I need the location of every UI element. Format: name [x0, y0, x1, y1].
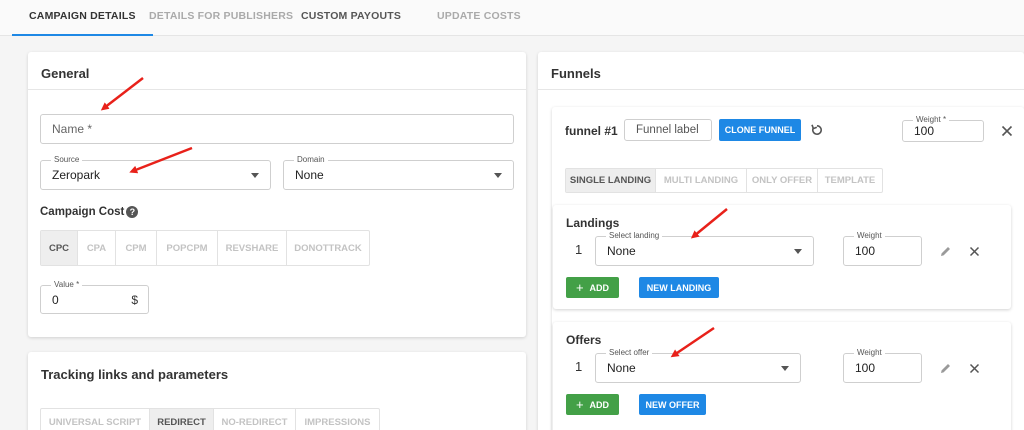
- cost-value: 0: [52, 292, 59, 307]
- tab-custom-payouts[interactable]: CUSTOM PAYOUTS: [301, 0, 401, 36]
- cost-type-popcpm[interactable]: POPCPM: [157, 231, 218, 265]
- cost-type-cpa[interactable]: CPA: [78, 231, 116, 265]
- chevron-down-icon: [781, 366, 789, 371]
- tracking-mode-group: UNIVERSAL SCRIPT REDIRECT NO-REDIRECT IM…: [40, 408, 380, 430]
- tracking-mode-no-redirect[interactable]: NO-REDIRECT: [214, 409, 296, 430]
- select-landing[interactable]: Select landing None: [595, 231, 814, 266]
- landing-row-number: 1: [575, 242, 583, 257]
- new-landing-button[interactable]: NEW LANDING: [639, 277, 719, 298]
- funnel-mode-multi-landing[interactable]: MULTI LANDING: [656, 169, 747, 192]
- general-card-header: General: [28, 52, 526, 90]
- source-value: Zeropark: [52, 168, 101, 182]
- landing-weight-label: Weight: [854, 231, 885, 241]
- name-placeholder: Name *: [52, 122, 93, 136]
- funnel-label-placeholder: Funnel label: [636, 124, 699, 136]
- funnel-mode-single-landing[interactable]: SINGLE LANDING: [566, 169, 656, 192]
- general-card: General Name * Source Zeropark Domain No…: [28, 52, 526, 337]
- funnel-mode-group: SINGLE LANDING MULTI LANDING ONLY OFFER …: [565, 168, 883, 193]
- name-input[interactable]: Name *: [40, 114, 514, 144]
- chevron-down-icon: [794, 249, 802, 254]
- cost-type-donottrack[interactable]: DONOTTRACK: [287, 231, 369, 265]
- funnel-panel: funnel #1 Funnel label CLONE FUNNEL Weig…: [552, 107, 1024, 430]
- source-select[interactable]: Source Zeropark: [40, 155, 271, 190]
- landing-weight-value: 100: [855, 244, 876, 258]
- close-icon[interactable]: [966, 360, 982, 376]
- tracking-card: Tracking links and parameters UNIVERSAL …: [28, 352, 526, 430]
- help-icon[interactable]: ?: [126, 206, 139, 218]
- funnel-weight-value: 100: [914, 124, 935, 138]
- chevron-down-icon: [251, 173, 259, 178]
- funnel-name: funnel #1: [565, 124, 618, 138]
- add-landing-button[interactable]: + ADD: [566, 277, 619, 298]
- domain-label: Domain: [294, 155, 328, 165]
- landings-panel: Landings 1 Select landing None Weight 10…: [553, 205, 1011, 309]
- select-offer-label: Select offer: [606, 348, 653, 358]
- cost-type-cpm[interactable]: CPM: [116, 231, 157, 265]
- funnel-mode-only-offer[interactable]: ONLY OFFER: [747, 169, 818, 192]
- edit-icon[interactable]: [937, 243, 953, 259]
- offers-panel: Offers 1 Select offer None Weight 100 + A…: [553, 322, 1011, 430]
- refresh-icon[interactable]: [808, 121, 826, 139]
- funnels-title: Funnels: [551, 66, 601, 81]
- tab-details-for-publishers[interactable]: DETAILS FOR PUBLISHERS: [149, 0, 293, 36]
- offer-row-number: 1: [575, 359, 583, 374]
- funnels-card: Funnels funnel #1 Funnel label CLONE FUN…: [538, 52, 1024, 430]
- funnel-mode-template[interactable]: TEMPLATE: [818, 169, 882, 192]
- offers-title: Offers: [566, 333, 602, 347]
- plus-icon: +: [575, 397, 584, 412]
- offer-weight-input[interactable]: Weight 100: [843, 348, 922, 383]
- close-icon[interactable]: [999, 123, 1015, 139]
- cost-value-label: Value *: [51, 280, 83, 290]
- select-offer-value: None: [607, 361, 636, 375]
- add-offer-label: ADD: [589, 399, 610, 410]
- funnels-card-header: Funnels: [538, 52, 1024, 90]
- clone-funnel-button[interactable]: CLONE FUNNEL: [719, 119, 801, 141]
- tracking-mode-universal-script[interactable]: UNIVERSAL SCRIPT: [41, 409, 150, 430]
- tab-campaign-details[interactable]: CAMPAIGN DETAILS: [12, 0, 153, 36]
- close-icon[interactable]: [966, 243, 982, 259]
- tracking-mode-impressions[interactable]: IMPRESSIONS: [296, 409, 379, 430]
- tracking-title: Tracking links and parameters: [41, 367, 229, 382]
- landing-weight-input[interactable]: Weight 100: [843, 231, 922, 266]
- tracking-mode-redirect[interactable]: REDIRECT: [150, 409, 214, 430]
- campaign-cost-type-group: CPC CPA CPM POPCPM REVSHARE DONOTTRACK: [40, 230, 370, 266]
- general-title: General: [41, 66, 90, 81]
- chevron-down-icon: [494, 173, 502, 178]
- source-label: Source: [51, 155, 83, 165]
- domain-value: None: [295, 168, 324, 182]
- add-landing-label: ADD: [589, 282, 610, 293]
- cost-value-input[interactable]: Value * 0 $: [40, 280, 149, 314]
- campaign-cost-label: Campaign Cost: [40, 206, 125, 219]
- currency-suffix: $: [131, 292, 138, 307]
- add-offer-button[interactable]: + ADD: [566, 394, 619, 415]
- cost-type-cpc[interactable]: CPC: [41, 231, 78, 265]
- select-offer[interactable]: Select offer None: [595, 348, 801, 383]
- funnel-weight-input[interactable]: Weight * 100: [902, 115, 984, 142]
- tab-update-costs[interactable]: UPDATE COSTS: [437, 0, 521, 36]
- select-landing-label: Select landing: [606, 231, 663, 241]
- landings-title: Landings: [566, 216, 620, 230]
- offer-weight-label: Weight: [854, 348, 885, 358]
- plus-icon: +: [575, 280, 584, 295]
- cost-type-revshare[interactable]: REVSHARE: [218, 231, 287, 265]
- tab-bar: CAMPAIGN DETAILS DETAILS FOR PUBLISHERS …: [0, 0, 1024, 36]
- new-offer-button[interactable]: NEW OFFER: [639, 394, 706, 415]
- offer-weight-value: 100: [855, 361, 876, 375]
- edit-icon[interactable]: [937, 360, 953, 376]
- select-landing-value: None: [607, 244, 636, 258]
- funnel-label-input[interactable]: Funnel label: [624, 119, 712, 141]
- domain-select[interactable]: Domain None: [283, 155, 514, 190]
- campaign-cost-heading: Campaign Cost?: [40, 206, 139, 219]
